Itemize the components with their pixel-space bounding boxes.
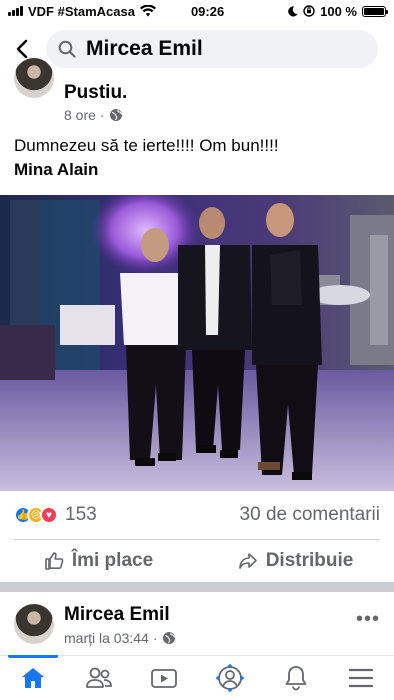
like-label: Îmi place xyxy=(71,550,154,571)
battery-icon xyxy=(362,5,388,17)
reaction-count[interactable]: 153 xyxy=(65,504,97,526)
profile-icon xyxy=(216,664,244,692)
home-tab[interactable] xyxy=(0,655,66,700)
profile-tab[interactable] xyxy=(197,656,263,700)
status-bar: VDF #StamAcasa 09:26 100 % xyxy=(0,0,394,22)
like-button[interactable]: Îmi place xyxy=(0,550,197,572)
clock: 09:26 xyxy=(190,3,225,19)
divider xyxy=(14,539,380,540)
signal-icon xyxy=(8,6,23,16)
bottom-nav xyxy=(0,655,394,700)
globe-icon xyxy=(109,109,122,121)
reaction-icons: 👍 😢 ♥ xyxy=(14,506,58,524)
love-reaction-icon: ♥ xyxy=(40,506,58,524)
notifications-tab[interactable] xyxy=(263,656,329,700)
post-time[interactable]: 8 ore xyxy=(64,107,96,123)
post-author[interactable]: Mircea Emil xyxy=(64,604,170,626)
tagged-person[interactable]: Mina Alain xyxy=(14,158,380,182)
share-button[interactable]: Distribuie xyxy=(197,550,394,572)
search-query: Mircea Emil xyxy=(86,37,203,60)
wifi-icon xyxy=(139,5,156,17)
like-icon xyxy=(45,552,64,570)
share-icon xyxy=(238,553,257,569)
friends-icon xyxy=(85,667,112,688)
globe-icon xyxy=(162,632,175,644)
moon-icon xyxy=(288,5,298,16)
post: Mircea Emil marți la 03:44 · ••• xyxy=(0,598,394,656)
post-meta: 8 ore · xyxy=(64,107,123,123)
back-arrow-icon[interactable] xyxy=(12,37,32,61)
post-actions: Îmi place Distribuie xyxy=(0,544,394,578)
feed-separator xyxy=(0,582,394,592)
carrier-label: VDF #StamAcasa xyxy=(28,3,135,19)
search-header: Mircea Emil xyxy=(0,26,394,72)
notifications-icon xyxy=(285,666,306,691)
friends-tab[interactable] xyxy=(66,656,132,700)
post-time[interactable]: marți la 03:44 xyxy=(64,630,149,646)
menu-icon xyxy=(349,668,374,688)
reactions-row[interactable]: 👍 😢 ♥ 153 30 de comentarii xyxy=(0,502,394,528)
battery-percent: 100 % xyxy=(320,3,357,19)
post-photo[interactable] xyxy=(0,195,394,491)
search-icon xyxy=(58,40,76,58)
search-input[interactable]: Mircea Emil xyxy=(46,30,378,68)
post-meta: marți la 03:44 · xyxy=(64,630,176,646)
menu-tab[interactable] xyxy=(328,656,394,700)
watch-tab[interactable] xyxy=(131,656,197,700)
avatar[interactable] xyxy=(14,604,54,644)
post-author[interactable]: Pustiu. xyxy=(64,82,127,104)
post: Pustiu. 8 ore · Dumnezeu să te ierte!!!!… xyxy=(0,58,394,182)
post-text-line: Dumnezeu să te ierte!!!! Om bun!!!! xyxy=(14,136,279,155)
home-icon xyxy=(21,668,44,688)
orientation-lock-icon xyxy=(303,5,315,17)
watch-icon xyxy=(151,669,178,688)
more-options-icon[interactable]: ••• xyxy=(356,608,380,631)
post-text: Dumnezeu să te ierte!!!! Om bun!!!! Mina… xyxy=(0,134,394,182)
comments-count[interactable]: 30 de comentarii xyxy=(240,504,380,526)
avatar[interactable] xyxy=(14,58,54,98)
share-label: Distribuie xyxy=(265,550,354,571)
